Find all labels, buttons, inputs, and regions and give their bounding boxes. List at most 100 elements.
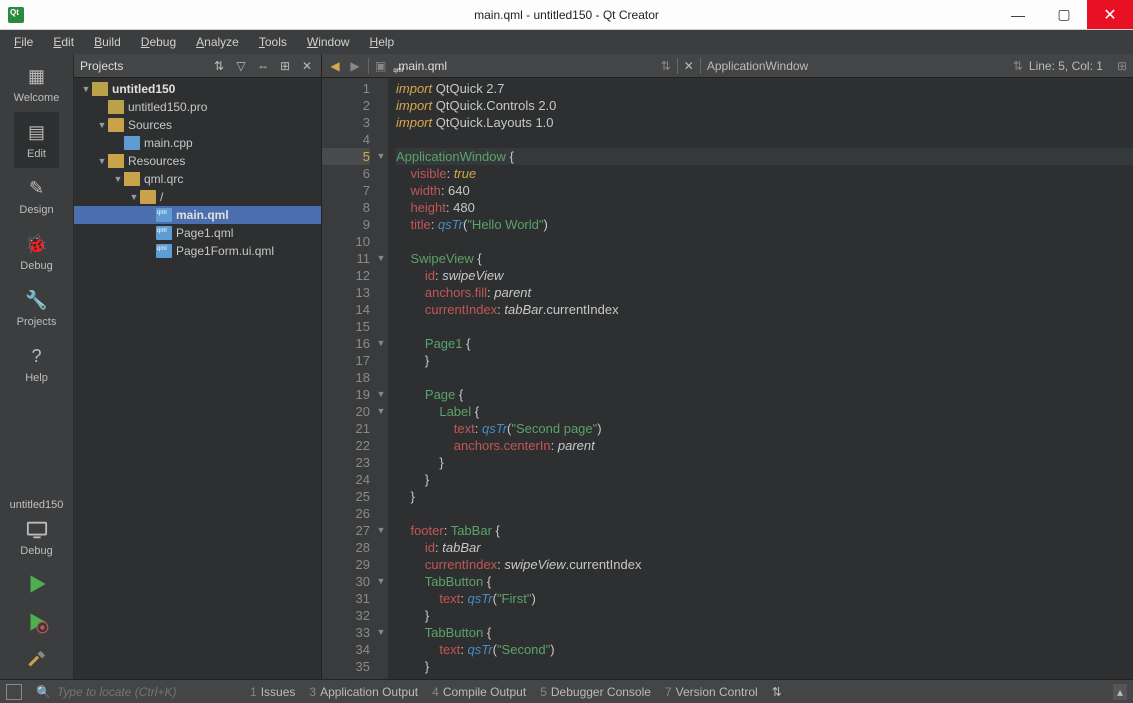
welcome-icon: ▦: [25, 64, 49, 88]
expand-output-icon[interactable]: ▴: [1113, 684, 1127, 700]
status-bar: 🔍 1 Issues 3 Application Output 4 Compile …: [0, 679, 1133, 703]
maximize-button[interactable]: ▢: [1041, 0, 1087, 29]
window-titlebar: main.qml - untitled150 - Qt Creator — ▢ …: [0, 0, 1133, 30]
mode-edit[interactable]: ▤Edit: [14, 112, 60, 168]
projects-icon: 🔧: [25, 288, 49, 312]
mode-design[interactable]: ✎Design: [14, 168, 60, 224]
line-col-indicator[interactable]: Line: 5, Col: 1: [1029, 59, 1103, 73]
menu-tools[interactable]: Tools: [251, 33, 295, 51]
monitor-icon[interactable]: [24, 519, 50, 541]
res-icon: [124, 172, 140, 186]
bookmark-icon[interactable]: ▣: [375, 59, 386, 73]
tree-arrow-icon[interactable]: ▼: [128, 192, 140, 202]
menu-debug[interactable]: Debug: [133, 33, 184, 51]
tree-item[interactable]: ▼ Sources: [74, 116, 321, 134]
output-panel-debugger-console[interactable]: 5 Debugger Console: [540, 685, 651, 699]
mode-help[interactable]: ?Help: [14, 336, 60, 392]
chevron-updown-icon[interactable]: ⇅: [1013, 59, 1023, 73]
design-icon: ✎: [25, 176, 49, 200]
split-editor-icon[interactable]: ⊞: [1117, 59, 1127, 73]
tree-item[interactable]: untitled150.pro: [74, 98, 321, 116]
output-panel-issues[interactable]: 1 Issues: [250, 685, 295, 699]
locator[interactable]: 🔍: [36, 685, 236, 699]
tree-arrow-icon[interactable]: ▼: [96, 120, 108, 130]
chevron-updown-icon[interactable]: ⇅: [661, 59, 671, 73]
tree-label: Sources: [128, 118, 172, 132]
tree-arrow-icon[interactable]: ▼: [96, 156, 108, 166]
fold-gutter[interactable]: ▼▼▼▼▼▼▼▼: [374, 78, 388, 679]
symbol-selector[interactable]: ApplicationWindow: [707, 59, 1007, 73]
navigation-sidebar: Projects ⇅ ▽ ⇔ ⊞ ✕ ▼untitled150untitled1…: [74, 54, 322, 679]
tree-label: Page1Form.ui.qml: [176, 244, 274, 258]
kit-name[interactable]: untitled150: [10, 495, 64, 515]
output-panel-application-output[interactable]: 3 Application Output: [309, 685, 418, 699]
document-toolbar: ◀ ▶ ▣ main.qml ⇅ ✕ ApplicationWindow ⇅ L…: [322, 54, 1133, 78]
help-icon: ?: [25, 344, 49, 368]
pro-icon: [92, 82, 108, 96]
sidebar-selector[interactable]: Projects: [80, 59, 205, 73]
menu-file[interactable]: File: [6, 33, 41, 51]
search-icon: 🔍: [36, 685, 51, 699]
build-icon[interactable]: [24, 647, 50, 673]
tree-arrow-icon[interactable]: ▼: [112, 174, 124, 184]
mode-welcome[interactable]: ▦Welcome: [14, 56, 60, 112]
code-content[interactable]: import QtQuick 2.7import QtQuick.Control…: [388, 78, 1133, 679]
tree-item[interactable]: ▼untitled150: [74, 80, 321, 98]
tree-label: Resources: [128, 154, 185, 168]
mode-debug[interactable]: 🐞Debug: [14, 224, 60, 280]
code-editor[interactable]: 1234567891011121314151617181920212223242…: [322, 78, 1133, 679]
tree-label: qml.qrc: [144, 172, 183, 186]
nav-back-icon[interactable]: ◀: [328, 59, 342, 73]
tree-label: /: [160, 190, 163, 204]
menu-window[interactable]: Window: [299, 33, 358, 51]
toggle-sidebar-icon[interactable]: [6, 684, 22, 700]
cpp-icon: [124, 136, 140, 150]
close-sidebar-icon[interactable]: ✕: [299, 58, 315, 74]
close-document-icon[interactable]: ✕: [684, 59, 694, 73]
document-name[interactable]: main.qml: [398, 59, 447, 73]
chevron-updown-icon[interactable]: ⇅: [211, 58, 227, 74]
minimize-button[interactable]: —: [995, 0, 1041, 29]
link-icon[interactable]: ⇔: [255, 58, 271, 74]
chevron-updown-icon[interactable]: ⇅: [772, 685, 782, 699]
tree-label: Page1.qml: [176, 226, 233, 240]
tree-label: main.qml: [176, 208, 229, 222]
tree-item[interactable]: main.qml: [74, 206, 321, 224]
tree-label: main.cpp: [144, 136, 193, 150]
menu-analyze[interactable]: Analyze: [188, 33, 247, 51]
line-number-gutter[interactable]: 1234567891011121314151617181920212223242…: [322, 78, 374, 679]
menu-help[interactable]: Help: [362, 33, 403, 51]
tree-item[interactable]: main.cpp: [74, 134, 321, 152]
qml-icon: [156, 244, 172, 258]
run-icon[interactable]: [24, 571, 50, 597]
res-icon: [108, 154, 124, 168]
tree-arrow-icon[interactable]: ▼: [80, 84, 92, 94]
nav-forward-icon[interactable]: ▶: [348, 59, 362, 73]
qml-icon: [156, 226, 172, 240]
debug-icon: 🐞: [25, 232, 49, 256]
tree-item[interactable]: ▼ Resources: [74, 152, 321, 170]
locator-input[interactable]: [57, 685, 217, 699]
tree-item[interactable]: ▼/: [74, 188, 321, 206]
project-tree[interactable]: ▼untitled150untitled150.pro ▼ Sources main.…: [74, 78, 321, 679]
build-mode[interactable]: Debug: [20, 545, 52, 557]
mode-bar: ▦Welcome▤Edit✎Design🐞Debug🔧Projects?Help…: [0, 54, 74, 679]
menu-edit[interactable]: Edit: [45, 33, 82, 51]
output-panel-compile-output[interactable]: 4 Compile Output: [432, 685, 526, 699]
mode-projects[interactable]: 🔧Projects: [14, 280, 60, 336]
tree-item[interactable]: Page1Form.ui.qml: [74, 242, 321, 260]
window-title: main.qml - untitled150 - Qt Creator: [474, 8, 659, 22]
menubar: FileEditBuildDebugAnalyzeToolsWindowHelp: [0, 30, 1133, 54]
debug-run-icon[interactable]: [24, 609, 50, 635]
sidebar-header: Projects ⇅ ▽ ⇔ ⊞ ✕: [74, 54, 321, 78]
tree-item[interactable]: ▼ qml.qrc: [74, 170, 321, 188]
filter-icon[interactable]: ▽: [233, 58, 249, 74]
edit-icon: ▤: [25, 120, 49, 144]
split-icon[interactable]: ⊞: [277, 58, 293, 74]
folder-icon: [108, 118, 124, 132]
tree-item[interactable]: Page1.qml: [74, 224, 321, 242]
output-panel-version-control[interactable]: 7 Version Control: [665, 685, 758, 699]
qt-app-icon: [8, 7, 24, 23]
close-button[interactable]: ✕: [1087, 0, 1133, 29]
menu-build[interactable]: Build: [86, 33, 129, 51]
